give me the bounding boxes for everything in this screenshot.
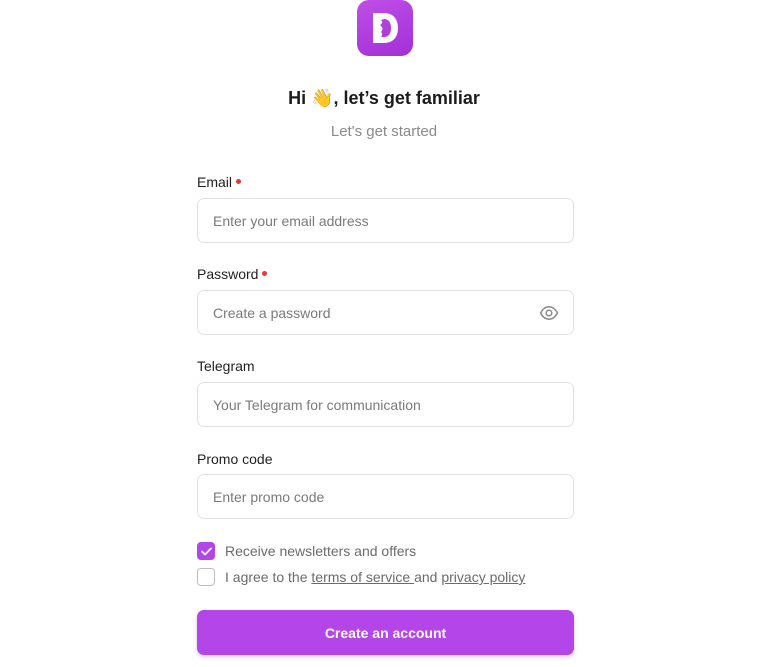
- password-label-text: Password: [197, 266, 259, 282]
- privacy-policy-link[interactable]: privacy policy: [441, 569, 525, 585]
- email-label: Email: [197, 174, 242, 190]
- page-subtitle: Let's get started: [330, 123, 438, 140]
- promo-code-label-text: Promo code: [197, 451, 273, 467]
- telegram-label: Telegram: [197, 358, 255, 374]
- password-field-box: [197, 290, 574, 335]
- password-label: Password: [197, 266, 268, 282]
- promo-code-field-box: [197, 474, 574, 519]
- agreement-option: I agree to the terms of service and priv…: [197, 568, 525, 586]
- promo-code-input[interactable]: [198, 475, 573, 518]
- create-account-button[interactable]: Create an account: [197, 610, 574, 655]
- email-field-box: [197, 198, 574, 243]
- telegram-input[interactable]: [198, 383, 573, 426]
- terms-of-service-link[interactable]: terms of service: [311, 569, 414, 585]
- required-indicator: [262, 270, 268, 276]
- email-label-text: Email: [197, 174, 233, 190]
- agreement-prefix: I agree to the: [225, 569, 312, 585]
- promo-code-label: Promo code: [197, 451, 272, 467]
- telegram-field-box: [197, 382, 574, 427]
- required-indicator: [236, 178, 242, 184]
- agreement-middle: and: [414, 569, 442, 585]
- newsletter-label: Receive newsletters and offers: [225, 543, 417, 559]
- newsletter-checkbox[interactable]: [197, 542, 215, 560]
- d-letter-logo-icon: [373, 13, 398, 43]
- password-input[interactable]: [198, 291, 573, 334]
- eye-icon[interactable]: [539, 304, 559, 322]
- newsletter-option: Receive newsletters and offers: [197, 542, 416, 560]
- telegram-label-text: Telegram: [197, 358, 255, 374]
- page-title: Hi 👋, let’s get familiar: [288, 88, 480, 108]
- checkmark-icon: [200, 547, 212, 555]
- app-logo: [357, 0, 413, 56]
- agreement-checkbox[interactable]: [197, 568, 215, 586]
- signup-page: Hi 👋, let’s get familiar Let's get start…: [0, 0, 768, 667]
- email-input[interactable]: [198, 199, 573, 242]
